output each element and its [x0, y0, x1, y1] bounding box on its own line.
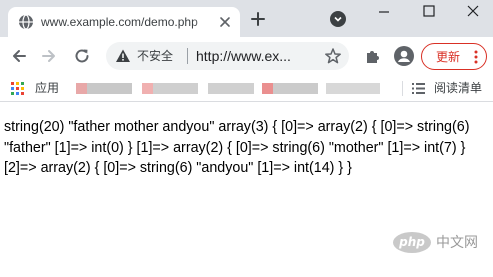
warning-icon[interactable]: [115, 48, 131, 64]
page-output-text: string(20) "father mother andyou" array(…: [4, 119, 470, 176]
tab-search-icon[interactable]: [330, 11, 346, 27]
php-logo: php: [393, 232, 431, 253]
blurred-bookmark[interactable]: [142, 83, 198, 94]
browser-toolbar: 不安全 http://www.ex... 更新: [0, 37, 493, 75]
tab-strip: www.example.com/demo.php: [0, 0, 493, 37]
profile-avatar-icon[interactable]: [394, 46, 414, 66]
blurred-bookmark[interactable]: [76, 83, 132, 94]
reading-list-icon[interactable]: [412, 82, 425, 95]
bookmarks-bar: 应用 阅读清单: [0, 75, 493, 102]
reading-list-label[interactable]: 阅读清单: [434, 81, 482, 96]
not-secure-label[interactable]: 不安全: [137, 48, 173, 64]
apps-label[interactable]: 应用: [35, 81, 59, 96]
omnibox-divider: [187, 48, 188, 64]
tab-title-fade: [193, 12, 213, 32]
url-text[interactable]: http://www.ex...: [196, 47, 312, 65]
blurred-bookmark[interactable]: [326, 83, 380, 94]
php-logo-text: php: [399, 235, 425, 249]
more-menu-icon: [474, 50, 478, 64]
blurred-bookmark[interactable]: [262, 83, 318, 94]
new-tab-icon[interactable]: [250, 11, 266, 27]
watermark-site-name: 中文网: [436, 234, 478, 250]
blurred-bookmark[interactable]: [208, 83, 254, 94]
address-bar[interactable]: 不安全 http://www.ex...: [106, 42, 349, 70]
tab-close-icon[interactable]: [218, 15, 232, 29]
apps-grid-icon[interactable]: [11, 82, 24, 95]
update-button-label: 更新: [436, 50, 461, 64]
globe-icon: [19, 14, 33, 30]
close-icon[interactable]: [467, 5, 479, 17]
back-arrow-icon[interactable]: [10, 47, 28, 65]
bookmark-star-icon[interactable]: [324, 47, 342, 65]
update-button[interactable]: 更新: [421, 43, 487, 70]
reload-icon[interactable]: [73, 47, 91, 65]
minimize-icon[interactable]: [378, 11, 390, 23]
bookmarks-separator: [402, 81, 403, 96]
active-tab[interactable]: www.example.com/demo.php: [8, 7, 240, 37]
tab-title: www.example.com/demo.php: [41, 15, 198, 29]
watermark: php 中文网: [393, 232, 488, 256]
maximize-icon[interactable]: [423, 5, 435, 17]
extensions-puzzle-icon[interactable]: [364, 47, 382, 65]
forward-arrow-icon[interactable]: [40, 47, 58, 65]
